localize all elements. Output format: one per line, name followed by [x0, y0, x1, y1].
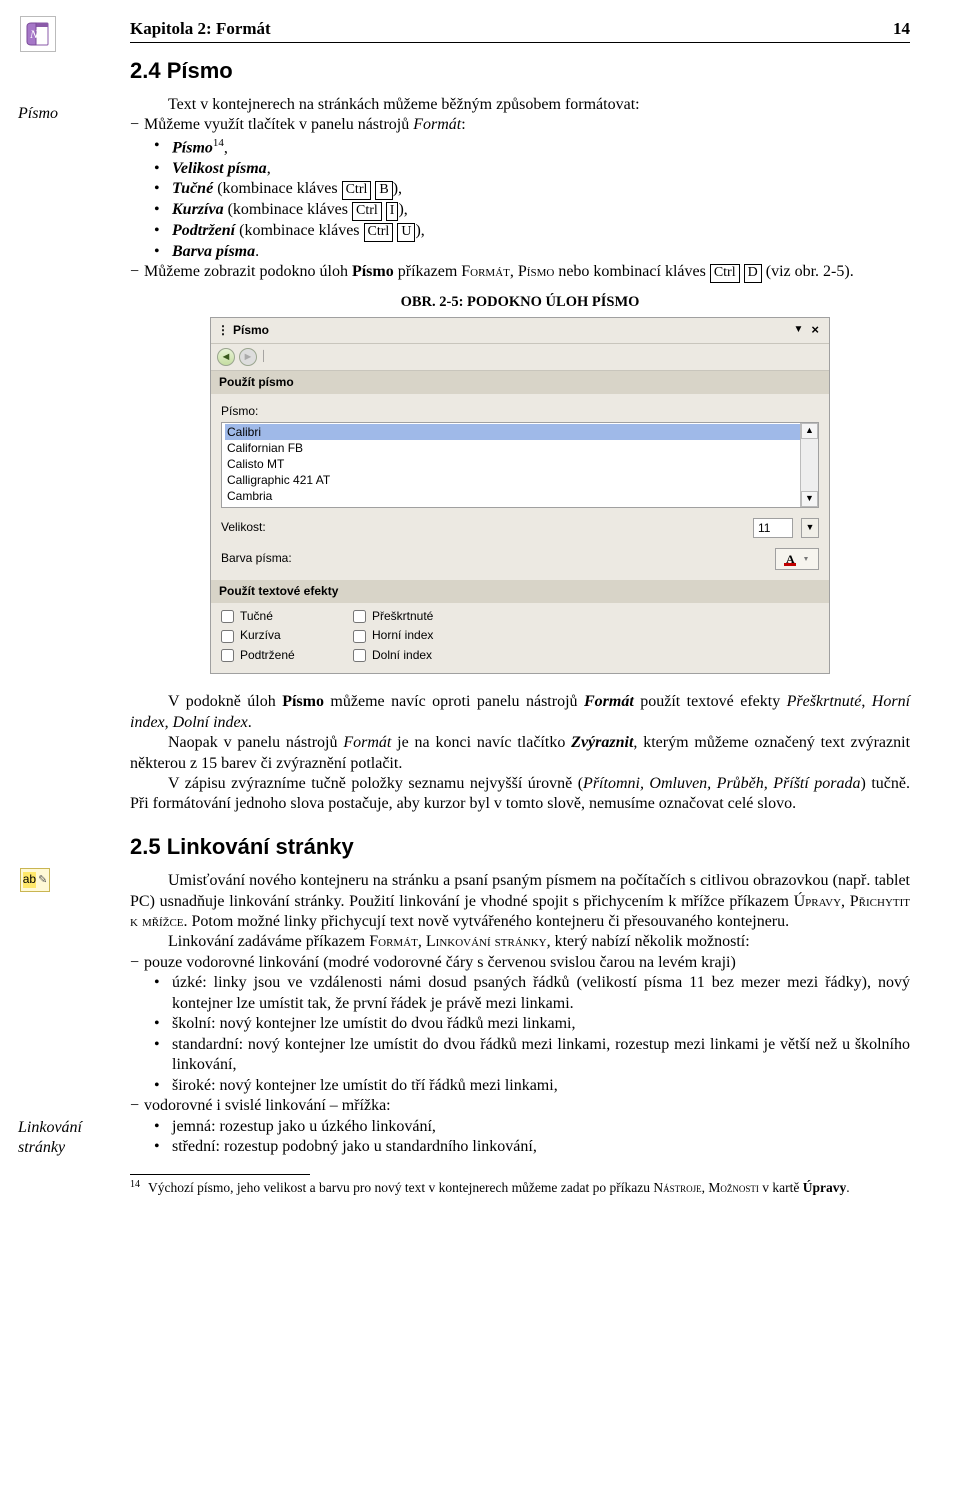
nav-back-button[interactable]: ◄	[217, 348, 235, 366]
footnote-14: 14 Výchozí písmo, jeho velikost a barvu …	[130, 1179, 910, 1196]
after-p2: Naopak v panelu nástrojů Formát je na ko…	[130, 733, 910, 774]
font-item[interactable]: Californian FB	[225, 440, 800, 456]
section-2-4-title: 2.4 Písmo	[130, 57, 910, 85]
s25-b-stredni: střední: rozestup podobný jako u standar…	[154, 1137, 910, 1157]
font-item-calibri[interactable]: Calibri	[225, 424, 800, 440]
margin-note-linkovani: Linkování stránky	[18, 1118, 118, 1159]
footnote-separator	[130, 1174, 310, 1175]
s24-intro: Text v kontejnerech na stránkách můžeme …	[130, 95, 910, 115]
after-p3: V zápisu zvýrazníme tučně položky seznam…	[130, 774, 910, 815]
band-text-effects: Použít textové efekty	[211, 580, 829, 603]
s24-dash-2: −Můžeme zobrazit podokno úloh Písmo přík…	[130, 262, 910, 283]
svg-text:N: N	[29, 27, 39, 41]
size-dropdown-button[interactable]: ▼	[801, 518, 819, 538]
after-p1: V podokně úloh Písmo můžeme navíc oproti…	[130, 692, 910, 733]
pane-title: Písmo	[233, 323, 269, 338]
pane-nav: ◄ ► │	[211, 344, 829, 371]
chapter-header: Kapitola 2: Formát 14	[130, 18, 910, 43]
highlight-ab-icon: ab✎	[20, 868, 50, 892]
chapter-title: Kapitola 2: Formát	[130, 18, 271, 40]
s25-b-uzke: úzké: linky jsou ve vzdálenosti námi dos…	[154, 973, 910, 1014]
checkbox-podtrzene[interactable]: Podtržené	[221, 648, 341, 663]
grip-icon: ⋮	[217, 323, 229, 338]
checkbox-dolni-index[interactable]: Dolní index	[353, 648, 473, 663]
bullet-barva: Barva písma.	[154, 242, 910, 262]
bullet-podtrzeni: Podtržení (kombinace kláves Ctrl U),	[154, 221, 910, 242]
checkbox-horni-index[interactable]: Horní index	[353, 628, 473, 643]
s25-b-jemna: jemná: rozestup jako u úzkého linkování,	[154, 1117, 910, 1137]
font-item[interactable]: Calligraphic 421 AT	[225, 472, 800, 488]
font-task-pane: ⋮ Písmo ▼ × ◄ ► │ Použít písmo Písmo: Ca…	[210, 317, 830, 674]
figure-caption: OBR. 2-5: PODOKNO ÚLOH PÍSMO	[130, 293, 910, 312]
s25-dash-2: −vodorovné i svislé linkování – mřížka:	[130, 1096, 910, 1116]
s24-bullet-list: Písmo14, Velikost písma, Tučné (kombinac…	[154, 136, 910, 262]
size-input[interactable]	[753, 518, 793, 538]
checkbox-tucne[interactable]: Tučné	[221, 609, 341, 624]
font-item[interactable]: Calisto MT	[225, 456, 800, 472]
margin-note-pismo: Písmo	[18, 104, 118, 124]
font-listbox[interactable]: Calibri Californian FB Calisto MT Callig…	[221, 422, 819, 508]
s25-b-skolni: školní: nový kontejner lze umístit do dv…	[154, 1014, 910, 1034]
label-velikost: Velikost:	[221, 520, 311, 535]
bullet-pismo: Písmo14,	[154, 136, 910, 159]
section-2-5-title: 2.5 Linkování stránky	[130, 833, 910, 861]
s25-b-standardni: standardní: nový kontejner lze umístit d…	[154, 1035, 910, 1076]
s25-bullets-2: jemná: rozestup jako u úzkého linkování,…	[154, 1117, 910, 1158]
font-color-button[interactable]: A	[775, 548, 819, 570]
label-pismo: Písmo:	[221, 404, 819, 419]
pane-close-button[interactable]: ×	[807, 322, 823, 339]
s25-dash-1: −pouze vodorovné linkování (modré vodoro…	[130, 953, 910, 973]
pane-menu-caret[interactable]: ▼	[794, 324, 804, 337]
checkbox-kurziva[interactable]: Kurzíva	[221, 628, 341, 643]
scroll-down-button[interactable]: ▼	[801, 491, 818, 507]
band-use-font: Použít písmo	[211, 371, 829, 394]
font-item[interactable]: Cambria	[225, 488, 800, 504]
page-number: 14	[893, 18, 910, 40]
s24-dash-1: −Můžeme využít tlačítek v panelu nástroj…	[130, 115, 910, 135]
pane-titlebar: ⋮ Písmo ▼ ×	[211, 318, 829, 344]
onenote-app-icon: N	[20, 16, 56, 52]
checkbox-preskrtnute[interactable]: Přeškrtnuté	[353, 609, 473, 624]
s25-b-siroke: široké: nový kontejner lze umístit do tř…	[154, 1076, 910, 1096]
bullet-velikost: Velikost písma,	[154, 159, 910, 179]
font-list-scrollbar[interactable]: ▲ ▼	[800, 423, 818, 507]
s25-p1: Umisťování nového kontejneru na stránku …	[130, 871, 910, 932]
bullet-tucne: Tučné (kombinace kláves Ctrl B),	[154, 179, 910, 200]
bullet-kurziva: Kurzíva (kombinace kláves Ctrl I),	[154, 200, 910, 221]
s25-p2: Linkování zadáváme příkazem Formát, Link…	[130, 932, 910, 952]
nav-forward-button[interactable]: ►	[239, 348, 257, 366]
label-barva: Barva písma:	[221, 551, 311, 566]
effects-grid: Tučné Přeškrtnuté Kurzíva Horní index Po…	[211, 603, 829, 673]
s25-bullets-1: úzké: linky jsou ve vzdálenosti námi dos…	[154, 973, 910, 1096]
scroll-up-button[interactable]: ▲	[801, 423, 818, 439]
